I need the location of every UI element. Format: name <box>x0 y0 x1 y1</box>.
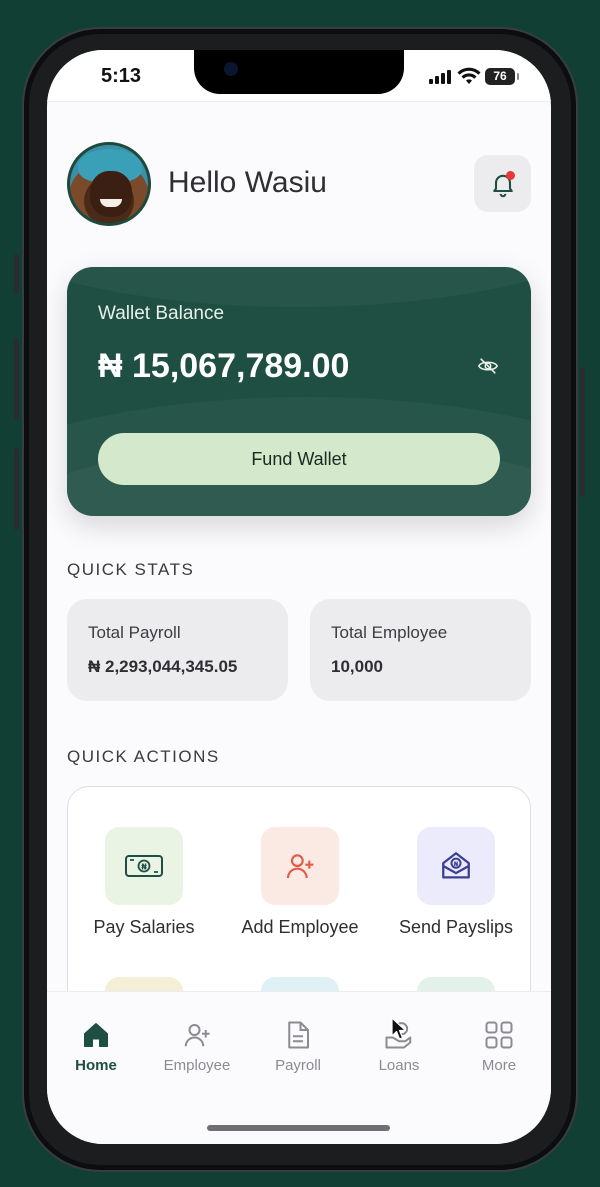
tab-more[interactable]: More <box>454 1020 544 1074</box>
tab-employee-label: Employee <box>163 1057 231 1074</box>
quick-actions-title: QUICK ACTIONS <box>67 747 220 766</box>
greeting-text: Hello Wasiu <box>168 166 327 199</box>
header: Hello Wasiu <box>67 142 531 226</box>
add-employee-action[interactable]: Add Employee <box>230 827 370 938</box>
add-employee-tile[interactable] <box>261 827 339 905</box>
add-employee-label: Add Employee <box>241 917 359 937</box>
pay-salaries-label: Pay Salaries <box>93 917 195 937</box>
mute-switch <box>14 254 19 294</box>
add-user-icon <box>184 1024 210 1047</box>
send-payslips-tile[interactable]: ₦ <box>417 827 495 905</box>
battery-indicator: 76 <box>485 68 519 85</box>
payslip-envelope-icon: ₦ <box>442 852 470 879</box>
home-icon <box>84 1023 108 1047</box>
notification-dot <box>506 171 515 180</box>
mouse-cursor-icon <box>391 1017 407 1040</box>
tab-payroll-label: Payroll <box>275 1057 321 1074</box>
svg-text:₦: ₦ <box>454 860 459 868</box>
tab-employee[interactable]: Employee <box>152 1020 242 1074</box>
app-screen: 5:13 76 Hello Wasiu Wallet Balance ₦ 15,… <box>47 50 551 1144</box>
stat-value: 10,000 <box>331 657 383 676</box>
fund-wallet-button[interactable]: Fund Wallet <box>98 433 500 485</box>
total-employee-card[interactable]: Total Employee 10,000 <box>310 599 531 701</box>
camera-notch <box>194 50 404 94</box>
send-payslips-action[interactable]: ₦ Send Payslips <box>386 827 526 938</box>
camera-icon <box>224 62 238 76</box>
wallet-balance-amount: ₦ 15,067,789.00 <box>98 347 350 385</box>
svg-text:₦: ₦ <box>141 863 147 872</box>
notifications-button[interactable] <box>474 155 531 212</box>
stat-label: Total Payroll <box>88 623 181 642</box>
power-button <box>580 367 585 497</box>
quick-actions-panel: ₦ Pay Salaries Add Employee ₦ Send Paysl… <box>67 786 531 1016</box>
grid-icon <box>485 1021 513 1049</box>
cellular-signal-icon <box>429 70 451 84</box>
user-avatar[interactable] <box>67 142 151 226</box>
document-icon <box>288 1021 309 1049</box>
wallet-balance-label: Wallet Balance <box>98 303 225 324</box>
stat-value: ₦ 2,293,044,345.05 <box>88 657 238 676</box>
tab-more-label: More <box>481 1057 517 1074</box>
send-payslips-label: Send Payslips <box>398 917 514 937</box>
tab-home[interactable]: Home <box>51 1020 141 1074</box>
wallet-card: Wallet Balance ₦ 15,067,789.00 Fund Wall… <box>67 267 531 516</box>
status-time: 5:13 <box>101 65 142 87</box>
volume-down-button <box>14 448 19 530</box>
wifi-icon <box>457 67 481 84</box>
pay-salaries-action[interactable]: ₦ Pay Salaries <box>74 827 214 938</box>
cash-icon: ₦ <box>125 855 163 877</box>
pay-salaries-tile[interactable]: ₦ <box>105 827 183 905</box>
volume-up-button <box>14 338 19 420</box>
tab-loans-label: Loans <box>378 1057 420 1074</box>
bottom-tab-bar: Home Employee Payroll Loans More <box>47 991 551 1144</box>
total-payroll-card[interactable]: Total Payroll ₦ 2,293,044,345.05 <box>67 599 288 701</box>
stat-label: Total Employee <box>331 623 448 642</box>
tab-payroll[interactable]: Payroll <box>253 1020 343 1074</box>
tab-home-label: Home <box>75 1057 117 1074</box>
eye-off-icon[interactable] <box>477 355 499 377</box>
quick-stats-title: QUICK STATS <box>67 560 195 579</box>
add-user-icon <box>286 854 314 879</box>
home-indicator <box>207 1125 390 1131</box>
